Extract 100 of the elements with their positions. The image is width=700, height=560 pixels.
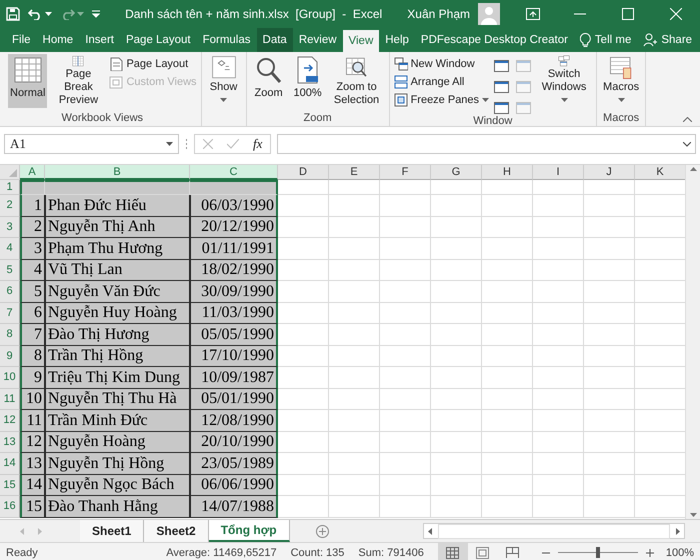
- ribbon-button[interactable]: Zoom to Selection: [328, 54, 385, 108]
- collapse-icon[interactable]: [683, 117, 692, 122]
- ribbon-button[interactable]: Arrange All: [394, 75, 490, 89]
- share-button[interactable]: Share: [661, 34, 692, 46]
- row-header[interactable]: 4: [0, 238, 20, 260]
- row-header[interactable]: 7: [0, 302, 20, 324]
- scroll-down-icon[interactable]: [690, 513, 696, 517]
- table-cell: 14: [20, 474, 45, 496]
- ribbon-button[interactable]: Macros: [601, 54, 642, 108]
- ribbon-tab[interactable]: File: [6, 28, 37, 52]
- row-header[interactable]: 13: [0, 432, 20, 453]
- table-cell: Nguyễn Ngọc Bách: [45, 474, 190, 496]
- row-header[interactable]: 6: [0, 281, 20, 302]
- ribbon-display-icon[interactable]: [526, 8, 540, 20]
- add-sheet-icon[interactable]: [316, 524, 329, 538]
- expand-icon[interactable]: [683, 142, 691, 146]
- scroll-right-icon[interactable]: [676, 528, 680, 534]
- maximize-icon[interactable]: [622, 8, 634, 20]
- table-cell: 12/08/1990: [190, 410, 278, 432]
- row-header[interactable]: 9: [0, 346, 20, 367]
- avatar-icon[interactable]: [478, 3, 500, 25]
- column-header[interactable]: G: [431, 165, 482, 180]
- customize-icon[interactable]: [92, 10, 100, 18]
- ribbon-button[interactable]: Normal: [8, 54, 48, 108]
- ribbon-tab[interactable]: Insert: [79, 28, 120, 52]
- next-sheet-icon[interactable]: [38, 528, 42, 534]
- ribbon-tab[interactable]: Home: [36, 28, 80, 52]
- page-icon: [109, 57, 124, 71]
- ribbon-button[interactable]: 100%: [290, 54, 326, 108]
- formula-input[interactable]: [277, 134, 696, 154]
- column-header[interactable]: F: [380, 165, 431, 180]
- window-pane-icon[interactable]: [494, 80, 510, 94]
- user-name[interactable]: Xuân Phạm: [407, 7, 470, 21]
- ribbon-tab[interactable]: Review: [292, 28, 343, 52]
- close-icon[interactable]: [670, 8, 682, 20]
- window-pane-icon[interactable]: [494, 101, 510, 115]
- name-box[interactable]: A1: [4, 134, 179, 154]
- select-all-icon[interactable]: [9, 169, 17, 177]
- row-header[interactable]: 16: [0, 496, 20, 518]
- ribbon-button[interactable]: New Window: [394, 57, 490, 71]
- ribbon-button[interactable]: Zoom: [250, 54, 287, 108]
- horizontal-scrollbar[interactable]: [423, 523, 685, 539]
- row-header[interactable]: 8: [0, 324, 20, 346]
- column-header[interactable]: H: [482, 165, 533, 180]
- row-header[interactable]: 10: [0, 367, 20, 388]
- ribbon-button[interactable]: Switch Windows: [536, 54, 592, 108]
- table-cell: 4: [20, 260, 45, 281]
- tell-me-link[interactable]: Tell me: [594, 34, 632, 46]
- table-cell: Nguyễn Văn Đức: [45, 281, 190, 302]
- zoom-percentage[interactable]: 100%: [666, 546, 694, 558]
- normal-view-icon[interactable]: [438, 543, 468, 560]
- scroll-left-icon[interactable]: [428, 528, 432, 534]
- row-header[interactable]: 11: [0, 388, 20, 410]
- table-cell: 3: [20, 238, 45, 260]
- sheet-tab[interactable]: Sheet1: [80, 520, 144, 542]
- ribbon-button[interactable]: Show: [206, 54, 242, 108]
- table-cell: Triệu Thị Kim Dung: [45, 367, 190, 388]
- row-header[interactable]: 2: [0, 195, 20, 216]
- ribbon-tab[interactable]: View: [342, 30, 380, 52]
- table-cell: 20/10/1990: [190, 432, 278, 453]
- table-cell: 05/01/1990: [190, 388, 278, 410]
- previous-sheet-icon[interactable]: [20, 528, 24, 534]
- column-header[interactable]: I: [533, 165, 584, 180]
- column-header[interactable]: B: [45, 165, 190, 180]
- zoom-in-icon[interactable]: [646, 548, 654, 556]
- row-header[interactable]: 5: [0, 260, 20, 281]
- caret-icon: [77, 12, 84, 16]
- ribbon-tab[interactable]: Formulas: [196, 28, 257, 52]
- ribbon-tab[interactable]: PDFescape Desktop Creator: [414, 28, 574, 52]
- ribbon-button[interactable]: Page Layout: [109, 57, 197, 71]
- person-icon[interactable]: [643, 33, 658, 47]
- cancel-icon[interactable]: [203, 139, 213, 149]
- view-icon: [109, 75, 124, 89]
- column-header[interactable]: E: [329, 165, 380, 180]
- column-header[interactable]: K: [635, 165, 685, 180]
- enter-icon[interactable]: [227, 139, 239, 149]
- row-header[interactable]: 15: [0, 474, 20, 496]
- window-pane-icon[interactable]: [494, 59, 510, 73]
- lightbulb-icon[interactable]: [580, 33, 591, 47]
- column-header[interactable]: C: [190, 165, 278, 180]
- table-cell: Nguyễn Hoàng: [45, 432, 190, 453]
- undo-icon[interactable]: [28, 8, 43, 20]
- row-header[interactable]: 1: [0, 180, 20, 195]
- column-header[interactable]: J: [584, 165, 635, 180]
- sum-value: Sum: 791406: [358, 546, 424, 558]
- row-header[interactable]: 3: [0, 216, 20, 238]
- row-header[interactable]: 14: [0, 453, 20, 474]
- ribbon-tab[interactable]: Data: [256, 28, 293, 52]
- scroll-up-icon[interactable]: [690, 167, 696, 171]
- column-header[interactable]: D: [278, 165, 329, 180]
- sheet-tab[interactable]: Sheet2: [144, 520, 209, 542]
- ribbon-button[interactable]: Freeze Panes: [394, 93, 490, 107]
- insert-function-button[interactable]: fx: [253, 136, 262, 152]
- save-icon[interactable]: [6, 7, 20, 21]
- ribbon-button[interactable]: Page Break Preview: [50, 54, 106, 108]
- ribbon-tab[interactable]: Page Layout: [120, 28, 197, 52]
- ribbon-tab[interactable]: Help: [379, 28, 415, 52]
- row-header[interactable]: 12: [0, 410, 20, 432]
- sheet-tab[interactable]: Tổng hợp: [208, 520, 290, 542]
- column-header[interactable]: A: [20, 165, 45, 180]
